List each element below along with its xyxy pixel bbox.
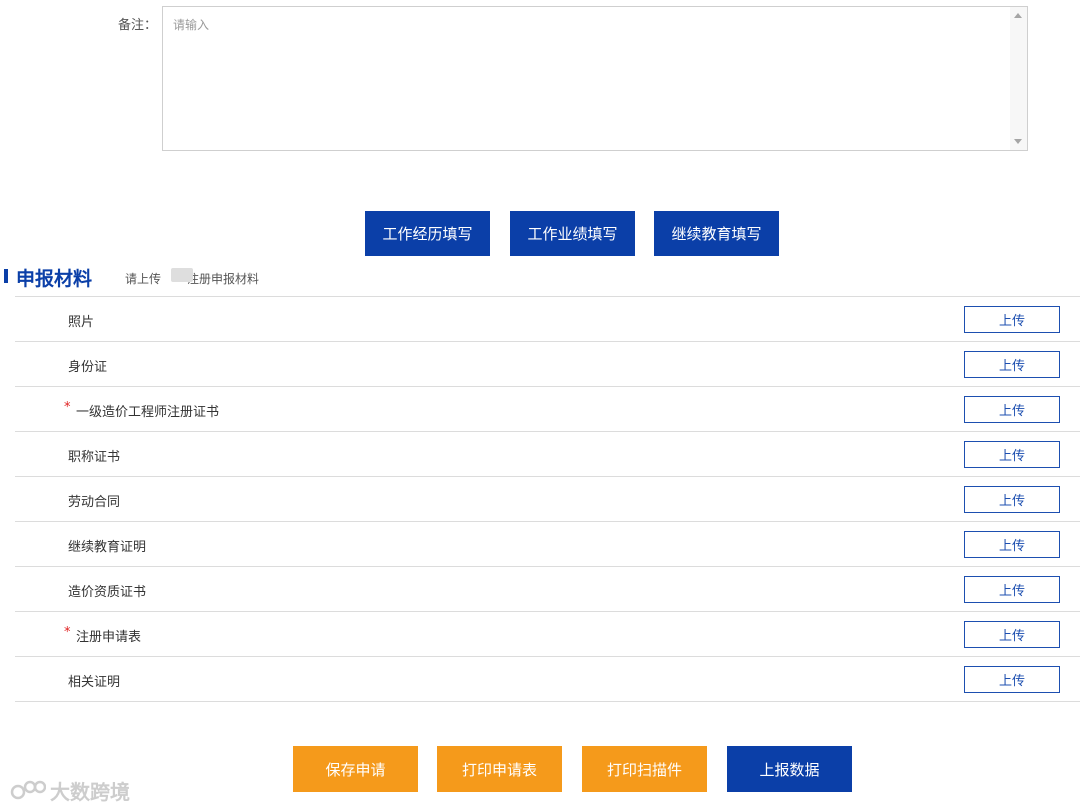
remark-textarea[interactable] [163,7,1011,150]
materials-header: 申报材料 请上传 注册申报材料 [0,262,1080,296]
redacted-text [171,268,193,282]
materials-subtitle-prefix: 请上传 [125,272,162,286]
scroll-down-icon[interactable] [1014,139,1022,144]
upload-button[interactable]: 上传 [964,351,1060,378]
material-label: 造价资质证书 [68,585,147,600]
upload-button[interactable]: 上传 [964,306,1060,333]
material-row: 身份证 上传 [15,342,1080,387]
materials-subtitle-suffix: 注册申报材料 [187,272,260,286]
upload-button[interactable]: 上传 [964,531,1060,558]
material-label: 注册申请表 [76,630,142,645]
scroll-up-icon[interactable] [1014,13,1022,18]
material-label: 一级造价工程师注册证书 [76,405,220,420]
upload-button[interactable]: 上传 [964,486,1060,513]
required-asterisk: * [64,400,71,415]
material-row: 造价资质证书 上传 [15,567,1080,612]
material-label: 继续教育证明 [68,540,147,555]
print-scan-button[interactable]: 打印扫描件 [582,746,707,792]
material-row: 劳动合同 上传 [15,477,1080,522]
upload-button[interactable]: 上传 [964,441,1060,468]
remark-label: 备注： [118,18,158,33]
remark-box [162,6,1028,151]
work-achievement-button[interactable]: 工作业绩填写 [510,211,635,256]
material-row: * 一级造价工程师注册证书 上传 [15,387,1080,432]
save-application-button[interactable]: 保存申请 [293,746,418,792]
watermark-logo-icon [10,780,46,800]
submit-data-button[interactable]: 上报数据 [727,746,852,792]
print-form-button[interactable]: 打印申请表 [437,746,562,792]
watermark: 大数跨境 [10,776,130,804]
upload-button[interactable]: 上传 [964,621,1060,648]
section-marker [4,269,8,283]
continuing-education-button[interactable]: 继续教育填写 [654,211,779,256]
material-label: 照片 [68,315,95,330]
material-label: 相关证明 [68,675,121,690]
upload-button[interactable]: 上传 [964,576,1060,603]
materials-title: 申报材料 [16,268,93,290]
material-label: 身份证 [68,360,108,375]
material-label: 职称证书 [68,450,121,465]
remark-scrollbar[interactable] [1010,7,1027,150]
work-history-button[interactable]: 工作经历填写 [365,211,490,256]
upload-button[interactable]: 上传 [964,666,1060,693]
upload-button[interactable]: 上传 [964,396,1060,423]
material-row: 职称证书 上传 [15,432,1080,477]
materials-list: 照片 上传 身份证 上传 * 一级造价工程师注册证书 上传 职称证书 上传 劳动合同 上传 继续教育证… [15,296,1080,702]
material-label: 劳动合同 [68,495,121,510]
material-row: 相关证明 上传 [15,657,1080,702]
watermark-text: 大数跨境 [50,779,130,804]
required-asterisk: * [64,625,71,640]
material-row: 继续教育证明 上传 [15,522,1080,567]
material-row: 照片 上传 [15,297,1080,342]
material-row: * 注册申请表 上传 [15,612,1080,657]
